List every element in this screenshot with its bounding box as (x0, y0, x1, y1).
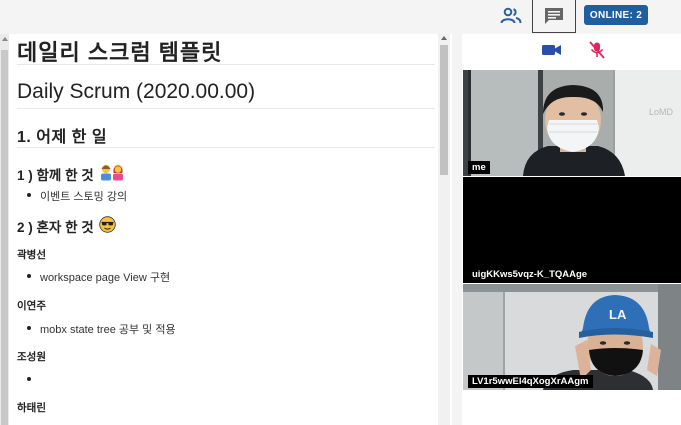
top-toolbar: ONLINE: 2 (0, 0, 681, 34)
video-camera-button[interactable] (542, 43, 562, 62)
video-tile-remote[interactable]: LA LV1r5wwEl4qXogXrAAgm (463, 284, 681, 390)
heading-yesterday: 1. 어제 한 일 (17, 129, 108, 146)
participant-label: uigKKws5vqz-K_TQAAge (468, 268, 592, 281)
person-name: 하태린 (17, 402, 46, 414)
document-title: 데일리 스크럼 템플릿 (17, 40, 223, 65)
document-editor[interactable]: 데일리 스크럼 템플릿 Daily Scrum (2020.00.00) 1. … (0, 34, 452, 425)
mic-toggle-button[interactable] (588, 41, 606, 64)
left-scrollbar[interactable] (0, 34, 9, 425)
left-scroll-thumb[interactable] (1, 50, 8, 425)
people-emoji-icon (99, 163, 125, 184)
svg-text:LA: LA (609, 307, 627, 322)
subheading-together-label: 1 ) 함께 한 것 (17, 167, 94, 183)
list-item-together: 이벤트 스토밍 강의 (26, 188, 127, 204)
divider (17, 64, 435, 65)
chat-icon (545, 7, 563, 24)
users-button[interactable] (496, 3, 526, 29)
participant-label: LV1r5wwEl4qXogXrAAgm (468, 375, 593, 388)
video-tile-remote[interactable]: uigKKws5vqz-K_TQAAge (463, 177, 681, 283)
online-count-badge: ONLINE: 2 (584, 5, 648, 25)
document-scrollbar[interactable] (438, 34, 450, 425)
list-item: mobx state tree 공부 및 적용 (27, 321, 176, 337)
mic-off-icon (589, 41, 605, 59)
person-name: 조성원 (17, 351, 46, 363)
heading-daily-scrum: Daily Scrum (2020.00.00) (17, 80, 256, 103)
subheading-alone-label: 2 ) 혼자 한 것 (17, 220, 94, 235)
video-camera-icon (542, 45, 561, 55)
person-name: 곽병선 (17, 249, 46, 261)
subheading-alone: 2 ) 혼자 한 것 (17, 216, 116, 236)
divider (17, 108, 435, 109)
users-icon (500, 7, 522, 24)
video-tile-me[interactable]: LoMD me (463, 70, 681, 176)
participant-video-me: LoMD (463, 70, 681, 176)
list-item: workspace page View 구현 (26, 269, 170, 285)
participant-label: me (468, 161, 490, 174)
divider (17, 147, 435, 148)
sunglasses-emoji-icon (98, 216, 116, 236)
person-name: 이연주 (17, 300, 46, 312)
subheading-together: 1 ) 함께 한 것 (17, 163, 125, 184)
video-panel: LoMD me uigKKws5vqz-K_TQAAge LA LV1r5wwE… (462, 34, 681, 425)
document-scroll-thumb[interactable] (440, 45, 448, 175)
chat-button[interactable] (532, 0, 576, 33)
svg-text:LoMD: LoMD (649, 107, 674, 117)
